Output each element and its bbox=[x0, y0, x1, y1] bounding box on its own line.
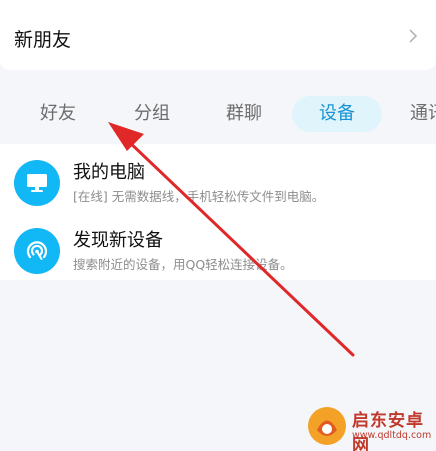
contacts-screen: 新朋友 好友 分组 群聊 设备 通讯 我的电脑 [在线] 无需数据线，手机轻松传… bbox=[0, 0, 436, 451]
device-item-discover-new-device[interactable]: 发现新设备 搜索附近的设备，用QQ轻松连接设备。 bbox=[0, 212, 436, 280]
monitor-icon bbox=[27, 174, 47, 192]
tab-devices-label: 设备 bbox=[319, 103, 355, 124]
tab-friends-label: 好友 bbox=[40, 103, 76, 124]
tab-devices[interactable]: 设备 bbox=[292, 96, 382, 132]
tab-friends[interactable]: 好友 bbox=[22, 96, 94, 132]
tab-contacts[interactable]: 通讯 bbox=[394, 96, 436, 132]
my-computer-desc-text: 无需数据线，手机轻松传文件到电脑。 bbox=[111, 189, 325, 204]
tab-group-chats[interactable]: 群聊 bbox=[208, 96, 280, 132]
site-logo-icon bbox=[308, 407, 346, 445]
radar-icon bbox=[26, 241, 48, 260]
my-computer-description: [在线] 无需数据线，手机轻松传文件到电脑。 bbox=[73, 186, 324, 205]
discover-device-title: 发现新设备 bbox=[73, 230, 163, 251]
contacts-tab-bar: 好友 分组 群聊 设备 通讯 bbox=[0, 84, 436, 144]
tab-contacts-label: 通讯 bbox=[410, 103, 436, 124]
device-list: 我的电脑 [在线] 无需数据线，手机轻松传文件到电脑。 发现新设备 搜索附近的设… bbox=[0, 144, 436, 280]
watermark-site-url: www.qdltdq.com bbox=[352, 430, 432, 441]
watermark-site-name: 启东安卓网 bbox=[352, 411, 424, 451]
watermark: 启东安卓网 www.qdltdq.com bbox=[306, 401, 434, 451]
tab-groups[interactable]: 分组 bbox=[116, 96, 188, 132]
new-friends-label: 新朋友 bbox=[14, 29, 72, 51]
my-computer-status: [在线] bbox=[73, 189, 108, 204]
device-item-my-computer[interactable]: 我的电脑 [在线] 无需数据线，手机轻松传文件到电脑。 bbox=[0, 144, 436, 212]
my-computer-avatar bbox=[14, 160, 60, 206]
tab-group-chats-label: 群聊 bbox=[226, 103, 262, 124]
discover-device-description: 搜索附近的设备，用QQ轻松连接设备。 bbox=[73, 257, 293, 272]
discover-device-avatar bbox=[14, 228, 60, 274]
tab-groups-label: 分组 bbox=[134, 103, 170, 124]
my-computer-title: 我的电脑 bbox=[73, 162, 145, 183]
chevron-right-icon bbox=[409, 29, 418, 43]
new-friends-row[interactable]: 新朋友 bbox=[0, 0, 436, 70]
